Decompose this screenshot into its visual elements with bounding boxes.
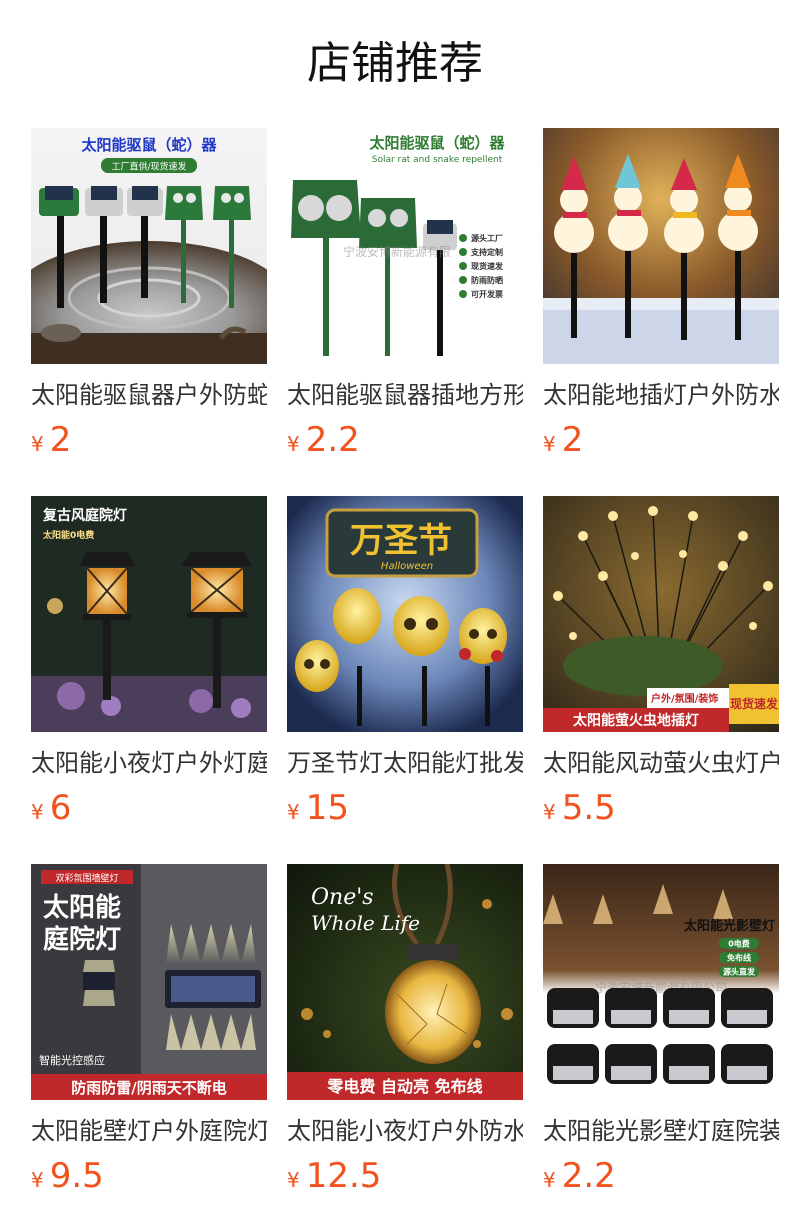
product-card[interactable]: 双彩氛围墙壁灯 太阳能 庭院灯 智能光控感应 防雨防雷/阴雨天不断电 太阳能壁灯…: [31, 864, 267, 1232]
overlay-badge: 现货速发: [730, 696, 779, 711]
currency-symbol: ¥: [31, 432, 44, 456]
product-name[interactable]: 太阳能光影壁灯庭院装饰: [543, 1114, 779, 1148]
solar-rodent-repeller-image[interactable]: 太阳能驱鼠（蛇）器 工厂直供/现货速发: [31, 128, 267, 364]
product-name[interactable]: 太阳能地插灯户外防水: [543, 378, 779, 412]
price-value: 2: [561, 420, 584, 460]
currency-symbol: ¥: [543, 432, 556, 456]
feature-label: 防雨防晒: [471, 275, 503, 285]
overlay-sub: Halloween: [381, 561, 433, 572]
product-name[interactable]: 太阳能风动萤火虫灯户外: [543, 746, 779, 780]
product-card[interactable]: 万圣节 Halloween 万圣节灯太阳能灯批发 ¥15: [287, 496, 523, 864]
product-price: ¥6: [31, 786, 267, 830]
price-value: 5.5: [561, 788, 616, 828]
feature-label: 源头工厂: [471, 233, 503, 243]
product-name[interactable]: 万圣节灯太阳能灯批发: [287, 746, 523, 780]
product-price: ¥2.2: [287, 418, 523, 462]
overlay-tag: 工厂直供/现货速发: [111, 161, 186, 173]
currency-symbol: ¥: [287, 432, 300, 456]
overlay-note: 智能光控感应: [39, 1053, 105, 1067]
hanging-jar-lamp-image[interactable]: One's Whole Life 零电费 自动亮 免布线: [287, 864, 523, 1100]
product-card[interactable]: 太阳能地插灯户外防水 ¥2: [543, 128, 779, 496]
currency-symbol: ¥: [287, 800, 300, 824]
overlay-banner: 防雨防雷/阴雨天不断电: [71, 1079, 226, 1097]
overlay-headline-1: 太阳能: [43, 892, 121, 923]
currency-symbol: ¥: [287, 1168, 300, 1192]
halloween-skull-light-image[interactable]: 万圣节 Halloween: [287, 496, 523, 732]
overlay-headline-2: 庭院灯: [43, 924, 121, 955]
product-price: ¥2: [31, 418, 267, 462]
product-price: ¥12.5: [287, 1154, 523, 1198]
overlay-headline: 太阳能驱鼠（蛇）器: [81, 136, 217, 154]
overlay-banner: 零电费 自动亮 免布线: [326, 1077, 482, 1096]
product-card[interactable]: 复古风庭院灯 太阳能0电费 太阳能小夜灯户外灯庭院 ¥6: [31, 496, 267, 864]
price-value: 2: [49, 420, 72, 460]
overlay-banner: 太阳能萤火虫地插灯: [573, 712, 699, 729]
currency-symbol: ¥: [543, 1168, 556, 1192]
product-price: ¥2: [543, 418, 779, 462]
currency-symbol: ¥: [31, 1168, 44, 1192]
solar-owl-repeller-image[interactable]: 太阳能驱鼠（蛇）器 Solar rat and snake repellent …: [287, 128, 523, 364]
product-grid: 太阳能驱鼠（蛇）器 工厂直供/现货速发 太阳能驱鼠器户外防蛇 ¥ 2 太阳能驱鼠…: [31, 128, 779, 1232]
solar-shadow-wall-lamp-image[interactable]: 太阳能光影壁灯 0电费 免布线 源头直发 宁波安博新能源有限公司: [543, 864, 779, 1100]
product-name[interactable]: 太阳能小夜灯户外防水: [287, 1114, 523, 1148]
snowman-stake-light-image[interactable]: [543, 128, 779, 364]
overlay-tag: 双彩氛围墙壁灯: [55, 872, 118, 884]
feature-label: 免布线: [727, 953, 751, 963]
section-title: 店铺推荐: [307, 38, 483, 89]
product-price: ¥9.5: [31, 1154, 267, 1198]
feature-label: 支持定制: [470, 247, 503, 257]
price-value: 15: [305, 788, 349, 828]
product-name[interactable]: 太阳能壁灯户外庭院灯: [31, 1114, 267, 1148]
currency-symbol: ¥: [543, 800, 556, 824]
price-value: 2.2: [305, 420, 360, 460]
feature-label: 0电费: [728, 939, 750, 949]
overlay-headline: 太阳能光影壁灯: [683, 918, 775, 934]
product-name[interactable]: 太阳能驱鼠器户外防蛇: [31, 378, 267, 412]
overlay-headline: 复古风庭院灯: [42, 507, 127, 524]
product-card[interactable]: One's Whole Life 零电费 自动亮 免布线 太阳能小夜灯户外防水 …: [287, 864, 523, 1232]
overlay-script-1: One's: [311, 885, 374, 910]
overlay-headline: 太阳能驱鼠（蛇）器: [369, 134, 505, 152]
product-price: ¥15: [287, 786, 523, 830]
overlay-headline: 万圣节: [350, 521, 452, 561]
price-value: 12.5: [305, 1156, 382, 1196]
feature-label: 源头直发: [723, 967, 756, 977]
product-card[interactable]: 太阳能光影壁灯 0电费 免布线 源头直发 宁波安博新能源有限公司 太阳能光影壁灯…: [543, 864, 779, 1232]
overlay-tag: 太阳能0电费: [42, 529, 94, 541]
price-value: 2.2: [561, 1156, 616, 1196]
product-card[interactable]: 太阳能驱鼠（蛇）器 Solar rat and snake repellent …: [287, 128, 523, 496]
feature-label: 现货速发: [471, 261, 504, 271]
product-card[interactable]: 太阳能驱鼠（蛇）器 工厂直供/现货速发 太阳能驱鼠器户外防蛇 ¥ 2: [31, 128, 267, 496]
overlay-tag: 户外/氛围/装饰: [650, 692, 718, 705]
product-price: ¥5.5: [543, 786, 779, 830]
currency-symbol: ¥: [31, 800, 44, 824]
product-card[interactable]: 户外/氛围/装饰 现货速发 太阳能萤火虫地插灯 太阳能风动萤火虫灯户外 ¥5.5: [543, 496, 779, 864]
overlay-sub: Solar rat and snake repellent: [372, 155, 503, 165]
product-name[interactable]: 太阳能驱鼠器插地方形: [287, 378, 523, 412]
price-value: 6: [49, 788, 72, 828]
firefly-light-image[interactable]: 户外/氛围/装饰 现货速发 太阳能萤火虫地插灯: [543, 496, 779, 732]
solar-wall-lamp-image[interactable]: 双彩氛围墙壁灯 太阳能 庭院灯 智能光控感应 防雨防雷/阴雨天不断电: [31, 864, 267, 1100]
product-name[interactable]: 太阳能小夜灯户外灯庭院: [31, 746, 267, 780]
product-price: ¥2.2: [543, 1154, 779, 1198]
overlay-script-2: Whole Life: [311, 911, 420, 935]
overlay-watermark: 宁波安博新能源有限: [343, 244, 451, 259]
garden-lantern-image[interactable]: 复古风庭院灯 太阳能0电费: [31, 496, 267, 732]
feature-label: 可开发票: [471, 289, 503, 299]
price-value: 9.5: [49, 1156, 104, 1196]
